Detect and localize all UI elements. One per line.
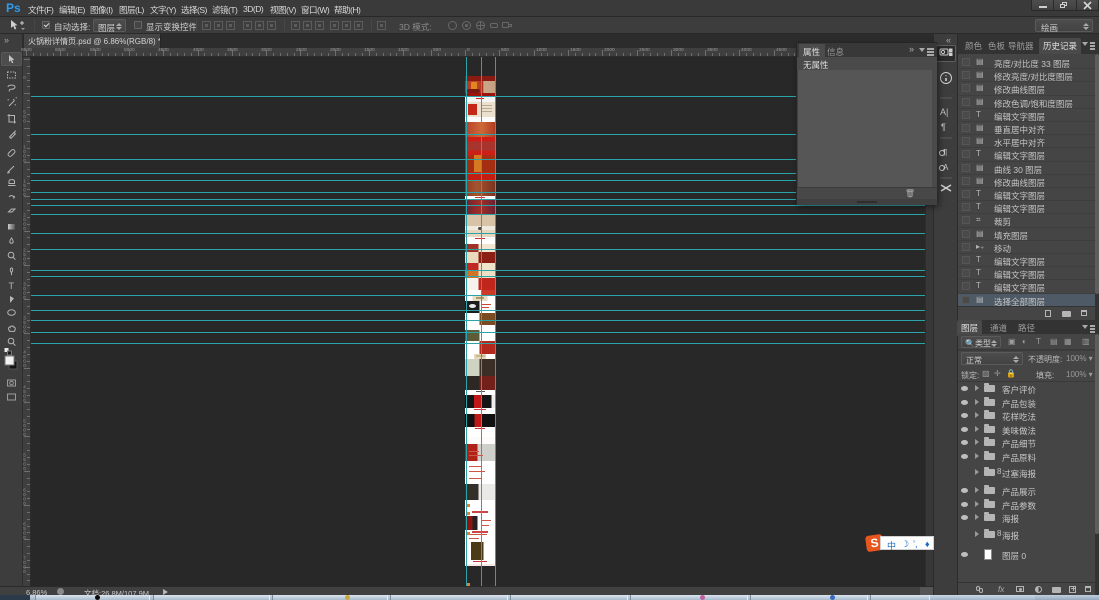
svg-text:¶: ¶ xyxy=(941,122,946,132)
svg-text:A: A xyxy=(943,163,949,172)
svg-text:T: T xyxy=(9,281,15,291)
svg-text:A|: A| xyxy=(940,107,948,117)
svg-text:¶: ¶ xyxy=(943,148,947,157)
